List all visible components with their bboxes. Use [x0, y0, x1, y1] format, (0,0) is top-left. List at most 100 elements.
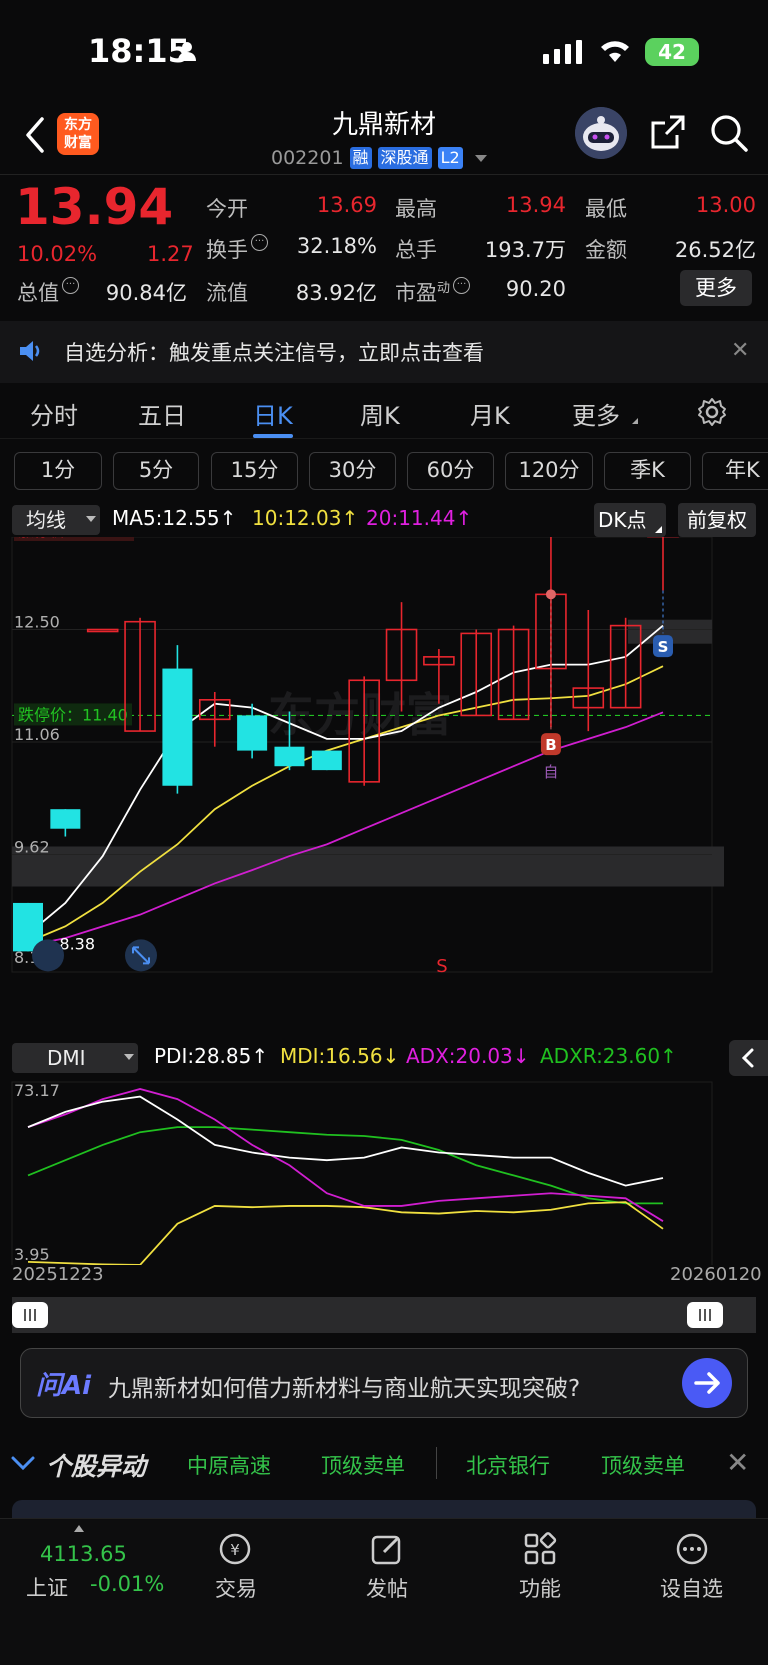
tabs-divider [0, 438, 768, 439]
change-amount: 1.27 [147, 242, 194, 266]
ma5-value: MA5:12.55↑ [112, 506, 237, 530]
mktcap-value: 90.84亿 [105, 281, 187, 305]
ai-question-text[interactable]: 九鼎新材如何借力新材料与商业航天实现突破? [108, 1369, 580, 1403]
ma20-line [27, 711, 664, 947]
period-year-button[interactable]: 年K [702, 452, 768, 490]
tab-monthly-k[interactable]: 月K [470, 396, 510, 431]
status-time: 18:15 [88, 32, 190, 70]
limit-down-label: 跌停价：11.40 [18, 705, 128, 724]
candle-body [162, 668, 193, 786]
tab-five-day[interactable]: 五日 [138, 396, 186, 431]
l2-tag: L2 [437, 147, 463, 169]
dmi-chart[interactable]: 73.173.95 [0, 1075, 768, 1265]
mktcap-label[interactable]: 总值 ··· [17, 277, 79, 307]
self-signal-text: 自 [543, 763, 558, 781]
period-quarter-button[interactable]: 季K [604, 452, 691, 490]
ai-submit-button[interactable] [682, 1358, 732, 1408]
notice-text[interactable]: 自选分析：触发重点关注信号，立即点击查看 [64, 337, 484, 367]
stock-code: 002201 [271, 147, 344, 169]
mktcap-label-text: 总值 [17, 281, 59, 305]
pdi-value: PDI:28.85↑ [154, 1044, 269, 1068]
search-icon[interactable] [710, 114, 748, 152]
period-60min-button[interactable]: 60分 [407, 452, 494, 490]
volume-value: 193.7万 [484, 238, 566, 262]
range-scrollbar[interactable] [12, 1297, 756, 1333]
pe-label[interactable]: 市盈动 ··· [395, 277, 471, 307]
cellular-signal-icon [543, 40, 582, 64]
dmi-selector[interactable]: DMI [12, 1043, 138, 1073]
sell-signal-text: S [658, 638, 669, 656]
y-tick-label: 9.62 [14, 838, 50, 857]
ma5-line [27, 624, 664, 935]
ai-label: 问Ai [36, 1371, 92, 1401]
index-value[interactable]: 4113.65 [40, 1542, 127, 1566]
tab-weekly-k[interactable]: 周K [360, 396, 400, 431]
current-price: 13.94 [15, 178, 174, 236]
news-peek-bar[interactable] [12, 1500, 756, 1520]
more-button[interactable]: 更多 [680, 270, 752, 306]
period-120min-button[interactable]: 120分 [505, 452, 593, 490]
chevron-down-icon[interactable] [10, 1453, 36, 1473]
stock-code-row[interactable]: 002201 融 深股通 L2 [271, 145, 487, 171]
period-5min-button[interactable]: 5分 [113, 452, 199, 490]
battery-indicator: 42 [645, 38, 699, 66]
info-icon: ··· [251, 234, 268, 251]
low-label: 最低 [585, 197, 627, 221]
tab-daily-k[interactable]: 日K [253, 396, 293, 431]
collapse-button[interactable] [729, 1040, 768, 1076]
candle-body [274, 746, 305, 767]
y-tick-label: 11.06 [14, 725, 60, 744]
svg-text:¥: ¥ [230, 1541, 240, 1559]
period-15min-button[interactable]: 15分 [211, 452, 298, 490]
period-30min-button[interactable]: 30分 [309, 452, 396, 490]
grid-icon[interactable] [523, 1532, 557, 1566]
person-icon [178, 42, 196, 61]
chevron-down-icon [474, 154, 487, 162]
ticker-item[interactable]: 北京银行 [466, 1450, 550, 1480]
tab-more[interactable]: 更多 [572, 396, 620, 431]
nav-add-watchlist[interactable]: 设自选 [660, 1573, 723, 1603]
nav-function[interactable]: 功能 [519, 1573, 561, 1603]
ticker-item[interactable]: 顶级卖单 [321, 1450, 405, 1480]
nav-trade[interactable]: 交易 [215, 1573, 257, 1603]
app-root: 18:15 42 东方 财富 九鼎新材 002201 融 深股通 L2 13.94… [0, 0, 768, 1665]
trade-icon[interactable]: ¥ [216, 1532, 254, 1566]
share-icon[interactable] [650, 114, 686, 150]
start-date: 20251223 [12, 1264, 104, 1285]
close-icon[interactable]: ✕ [726, 1446, 749, 1479]
more-caret-icon [632, 418, 638, 424]
adjust-button[interactable]: 前复权 [678, 503, 756, 537]
candle-body [86, 628, 119, 633]
ticker-item[interactable]: 中原高速 [187, 1450, 271, 1480]
tab-intraday[interactable]: 分时 [30, 396, 78, 431]
ticker-item[interactable]: 顶级卖单 [601, 1450, 685, 1480]
float-label: 流值 [206, 281, 248, 305]
index-change[interactable]: -0.01% [90, 1572, 164, 1596]
range-handle-left[interactable] [12, 1302, 48, 1328]
ticker-title: 个股异动 [46, 1452, 147, 1481]
limit-up-label: 涨停价：13.94 [18, 537, 128, 540]
gray-band [12, 846, 724, 887]
dmi-y-tick: 73.17 [14, 1081, 60, 1100]
gear-icon[interactable] [697, 397, 727, 427]
robot-assistant-icon[interactable] [575, 107, 627, 159]
ticker-divider [436, 1447, 437, 1479]
high-value: 13.94 [505, 193, 566, 217]
range-handle-right[interactable] [687, 1302, 723, 1328]
chat-bubble-icon[interactable] [674, 1532, 710, 1566]
period-1min-button[interactable]: 1分 [14, 452, 102, 490]
nav-post[interactable]: 发帖 [366, 1573, 408, 1603]
close-icon[interactable]: ✕ [731, 338, 749, 363]
index-name[interactable]: 上证 [26, 1572, 68, 1602]
info-icon: ··· [62, 277, 79, 294]
turnover-value: 32.18% [296, 234, 377, 258]
float-value: 83.92亿 [295, 281, 377, 305]
turnover-label[interactable]: 换手 ··· [206, 234, 268, 264]
candlestick-chart[interactable]: 东方财富涨停价：13.94跌停价：11.4013.9412.5011.069.6… [0, 537, 768, 1037]
candle-body [237, 715, 268, 751]
compose-icon[interactable] [370, 1532, 404, 1566]
pe-label-text: 市盈 [395, 281, 437, 305]
pe-sup: 动 [437, 281, 451, 296]
mdi-value: MDI:16.56↓ [280, 1044, 400, 1068]
adxr-value: ADXR:23.60↑ [540, 1044, 677, 1068]
